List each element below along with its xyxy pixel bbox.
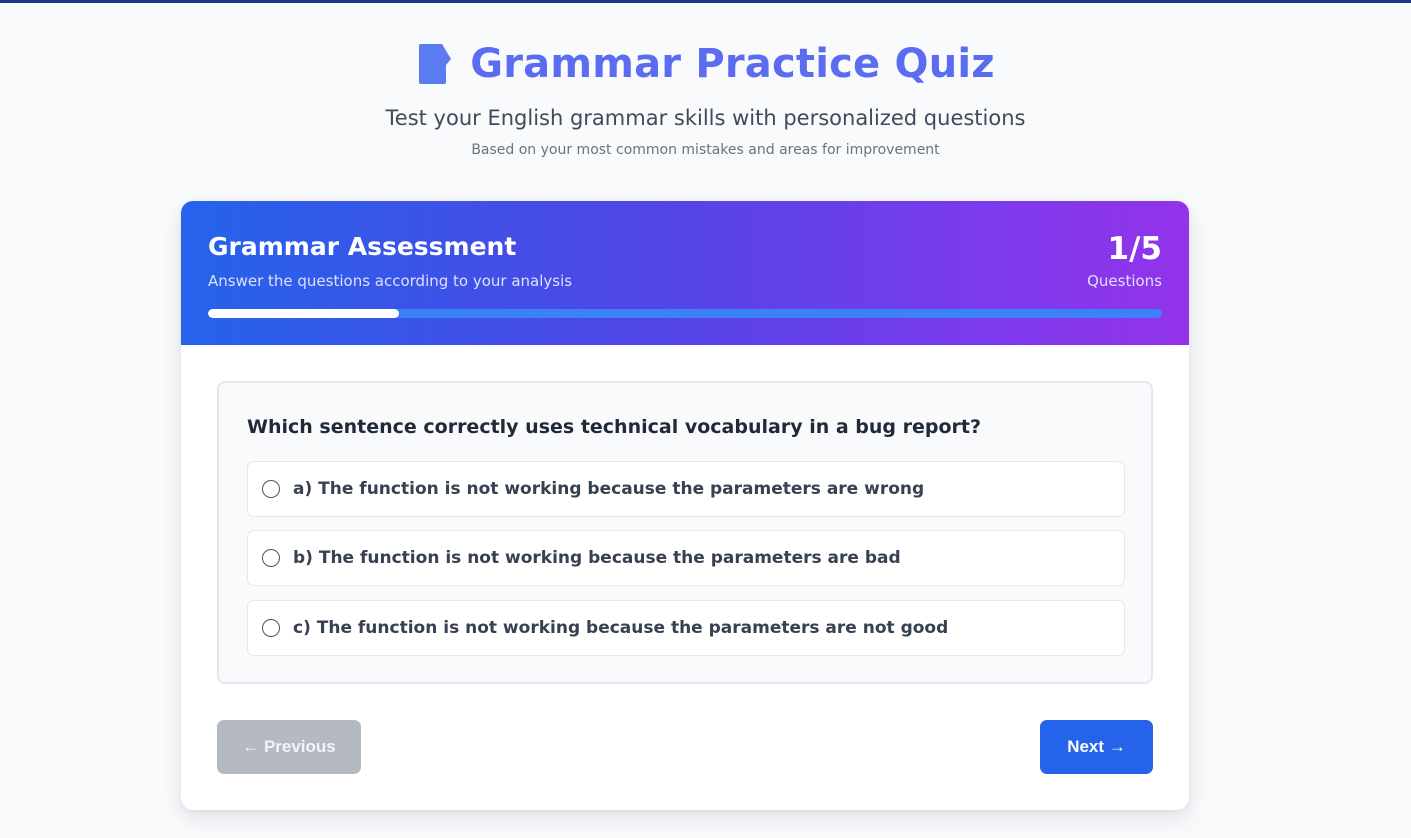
option-label: a) The function is not working because t… [293,479,925,499]
question-counter-label: Questions [1087,272,1162,290]
question-panel: Which sentence correctly uses technical … [217,381,1153,684]
option-b[interactable]: b) The function is not working because t… [247,530,1125,586]
assessment-title: Grammar Assessment [208,232,517,261]
option-c[interactable]: c) The function is not working because t… [247,600,1125,656]
option-label: c) The function is not working because t… [293,618,949,638]
previous-button[interactable]: ← Previous [217,720,361,774]
question-counter: 1/5 [1107,231,1162,267]
quiz-card: Grammar Assessment Answer the questions … [181,201,1189,810]
radio-button[interactable] [262,480,280,498]
top-border [0,0,1411,3]
progress-bar-fill [208,309,399,318]
assessment-header: Grammar Assessment Answer the questions … [181,201,1189,345]
page-title: Grammar Practice Quiz [470,41,995,87]
title-row: Grammar Practice Quiz [0,40,1411,88]
question-text: Which sentence correctly uses technical … [247,416,982,438]
page-note: Based on your most common mistakes and a… [471,142,940,158]
option-label: b) The function is not working because t… [293,548,901,568]
option-a[interactable]: a) The function is not working because t… [247,461,1125,517]
radio-button[interactable] [262,619,280,637]
page-subtitle: Test your English grammar skills with pe… [385,106,1026,130]
next-button[interactable]: Next → [1040,720,1153,774]
progress-bar [208,309,1162,318]
radio-button[interactable] [262,549,280,567]
assessment-subtitle: Answer the questions according to your a… [208,272,573,290]
document-icon [416,43,452,85]
page-header: Grammar Practice Quiz Test your English … [0,40,1411,158]
